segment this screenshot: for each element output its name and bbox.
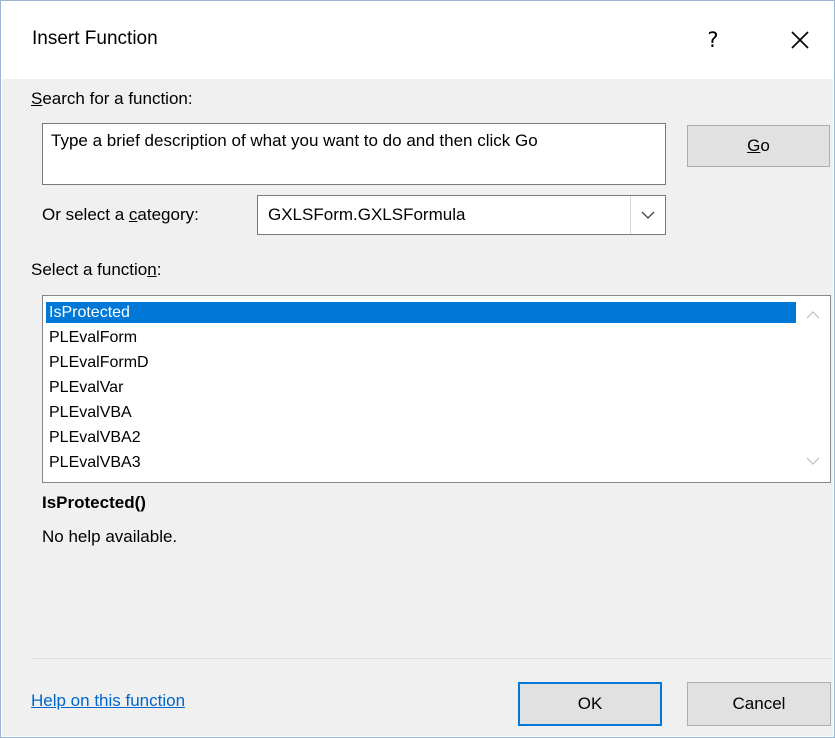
chevron-down-icon bbox=[641, 211, 655, 219]
category-selected-value: GXLSForm.GXLSFormula bbox=[268, 205, 466, 224]
search-input[interactable]: Type a brief description of what you wan… bbox=[42, 123, 666, 185]
list-item[interactable]: PLEvalFormD bbox=[46, 352, 796, 373]
function-listbox[interactable]: IsProtected PLEvalForm PLEvalFormD PLEva… bbox=[42, 295, 831, 483]
scroll-up-icon[interactable] bbox=[797, 300, 830, 330]
list-item[interactable]: IsProtected bbox=[46, 302, 796, 323]
search-label: Search for a function: bbox=[31, 89, 193, 108]
scroll-down-icon[interactable] bbox=[797, 446, 830, 476]
help-on-function-link[interactable]: Help on this function bbox=[31, 691, 185, 711]
ok-button[interactable]: OK bbox=[518, 682, 662, 726]
category-select[interactable]: GXLSForm.GXLSFormula bbox=[257, 195, 666, 235]
dropdown-button[interactable] bbox=[630, 196, 665, 234]
vertical-scrollbar[interactable] bbox=[797, 296, 830, 482]
close-icon bbox=[791, 31, 809, 49]
function-description: No help available. bbox=[42, 527, 178, 546]
list-item[interactable]: PLEvalVar bbox=[46, 377, 796, 398]
divider bbox=[31, 658, 831, 659]
list-item[interactable]: PLEvalVBA bbox=[46, 402, 796, 423]
question-mark-icon: ? bbox=[707, 28, 719, 52]
category-label: Or select a category: bbox=[42, 205, 199, 224]
insert-function-dialog: Insert Function ? Search for a function:… bbox=[0, 0, 835, 738]
go-button[interactable]: Go bbox=[687, 125, 830, 167]
function-list-label: Select a function: bbox=[31, 260, 162, 279]
function-signature: IsProtected() bbox=[42, 493, 146, 512]
list-item[interactable]: PLEvalVBA3 bbox=[46, 452, 796, 473]
title-bar: Insert Function ? bbox=[2, 2, 833, 79]
list-item[interactable]: PLEvalForm bbox=[46, 327, 796, 348]
dialog-title: Insert Function bbox=[32, 28, 158, 49]
list-item[interactable]: PLEvalVBA2 bbox=[46, 427, 796, 448]
help-button[interactable]: ? bbox=[695, 18, 731, 62]
cancel-button[interactable]: Cancel bbox=[687, 682, 831, 726]
close-button[interactable] bbox=[780, 18, 820, 62]
